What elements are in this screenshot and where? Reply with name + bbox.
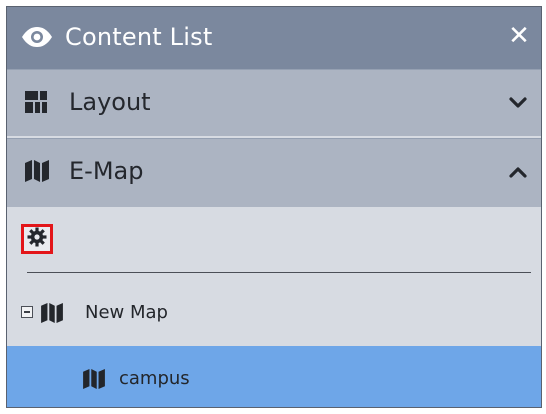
layout-grid-icon bbox=[25, 91, 47, 117]
settings-button[interactable] bbox=[21, 224, 53, 254]
collapse-toggle[interactable] bbox=[21, 306, 33, 318]
tree-node-label: New Map bbox=[85, 302, 168, 323]
content-list-panel: Content List ✕ Layout E-Map New Map camp… bbox=[6, 6, 542, 408]
section-emap-label: E-Map bbox=[69, 157, 144, 185]
gear-icon bbox=[27, 227, 47, 251]
map-icon bbox=[41, 303, 63, 327]
tree-node-label: campus bbox=[119, 368, 190, 389]
panel-title: Content List bbox=[65, 23, 213, 51]
map-icon bbox=[25, 160, 49, 186]
map-icon bbox=[83, 369, 105, 393]
close-button[interactable]: ✕ bbox=[505, 21, 533, 51]
eye-icon bbox=[21, 26, 53, 52]
chevron-down-icon[interactable] bbox=[509, 94, 527, 113]
close-icon: ✕ bbox=[508, 21, 530, 51]
panel-titlebar: Content List ✕ bbox=[7, 7, 541, 69]
section-layout-label: Layout bbox=[69, 88, 151, 116]
section-emap[interactable]: E-Map bbox=[7, 138, 541, 207]
section-layout[interactable]: Layout bbox=[7, 69, 541, 136]
tree-node-campus[interactable]: campus bbox=[7, 346, 541, 407]
toolbar-divider bbox=[27, 272, 531, 273]
chevron-up-icon[interactable] bbox=[509, 163, 527, 182]
